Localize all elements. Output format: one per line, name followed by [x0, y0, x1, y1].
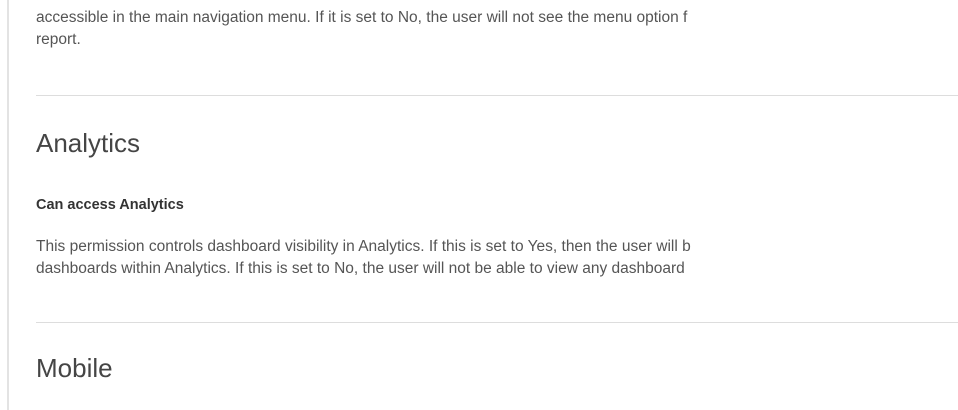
- analytics-permission-description: This permission controls dashboard visib…: [36, 236, 691, 280]
- analytics-description-line-2: dashboards within Analytics. If this is …: [36, 260, 685, 277]
- permissions-page: accessible in the main navigation menu. …: [0, 0, 958, 410]
- mobile-section-title: Mobile: [36, 353, 113, 383]
- intro-description-line-1: accessible in the main navigation menu. …: [36, 9, 688, 26]
- analytics-section-title: Analytics: [36, 128, 141, 158]
- can-access-analytics-label: Can access Analytics: [36, 197, 184, 213]
- intro-description: accessible in the main navigation menu. …: [36, 7, 687, 51]
- permissions-content: accessible in the main navigation menu. …: [36, 0, 958, 410]
- analytics-description-line-1: This permission controls dashboard visib…: [36, 238, 691, 255]
- section-divider: [36, 95, 958, 96]
- intro-description-line-2: report.: [36, 31, 81, 48]
- content-left-border: [7, 0, 9, 410]
- section-divider: [36, 322, 958, 323]
